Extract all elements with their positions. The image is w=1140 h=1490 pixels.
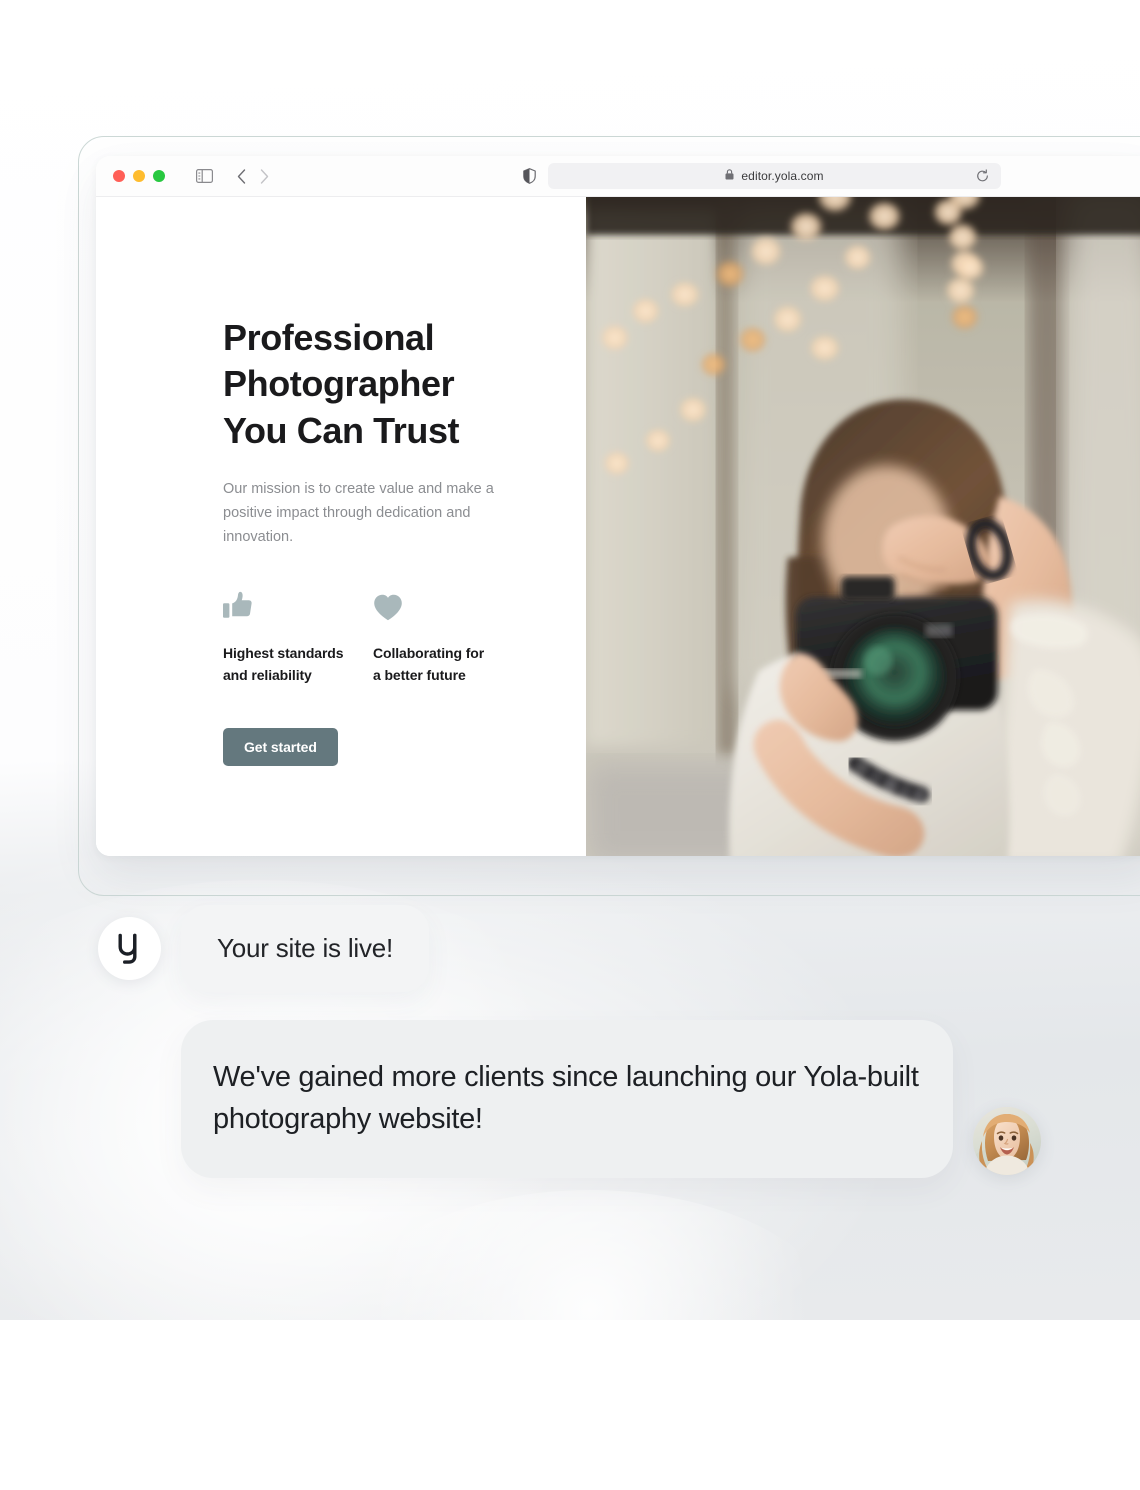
heart-icon	[373, 589, 523, 621]
address-bar-url: editor.yola.com	[741, 169, 824, 183]
background-glow-bottom	[330, 1190, 850, 1490]
feature-item-standards: Highest standards and reliability	[223, 589, 373, 687]
chat-bubble-system: Your site is live!	[181, 905, 430, 992]
hero-text-column: Professional Photographer You Can Trust …	[96, 197, 586, 856]
thumbs-up-icon	[223, 589, 373, 621]
website-preview-canvas: Professional Photographer You Can Trust …	[96, 197, 1140, 856]
navigation-buttons	[237, 168, 269, 184]
testimonial-text: We've gained more clients since launchin…	[213, 1061, 919, 1136]
hero-subtext: Our mission is to create value and make …	[223, 480, 494, 546]
sidebar-toggle-icon[interactable]	[196, 169, 213, 183]
get-started-button[interactable]: Get started	[223, 728, 338, 767]
yola-y-icon	[118, 933, 136, 964]
address-bar[interactable]: editor.yola.com	[548, 163, 1001, 189]
hero-photo	[586, 197, 1140, 856]
chat-message-testimonial: We've gained more clients since launchin…	[181, 1020, 1041, 1179]
feature-label: Collaborating for a better future	[373, 644, 485, 683]
smiling-woman-avatar-icon	[973, 1107, 1041, 1176]
browser-toolbar: editor.yola.com	[96, 156, 1140, 197]
chat-message-text: Your site is live!	[217, 933, 394, 963]
shield-privacy-icon[interactable]	[523, 168, 536, 184]
feature-list: Highest standards and reliability Collab…	[223, 589, 523, 687]
reload-icon[interactable]	[976, 169, 989, 183]
lock-icon	[725, 167, 734, 185]
feature-label: Highest standards and reliability	[223, 644, 344, 683]
chevron-left-icon[interactable]	[237, 168, 246, 184]
traffic-light-buttons	[113, 170, 165, 182]
yola-logo-avatar	[98, 917, 161, 980]
avatar	[973, 1107, 1041, 1176]
chevron-right-icon[interactable]	[260, 168, 269, 184]
minimize-window-button[interactable]	[133, 170, 145, 182]
chat-message-system: Your site is live!	[98, 905, 430, 992]
page-title: Professional Photographer You Can Trust	[223, 317, 460, 451]
maximize-window-button[interactable]	[153, 170, 165, 182]
close-window-button[interactable]	[113, 170, 125, 182]
feature-item-collaborating: Collaborating for a better future	[373, 589, 523, 687]
hero-content: Professional Photographer You Can Trust …	[223, 315, 523, 767]
browser-window: editor.yola.com Professional Photographe…	[96, 156, 1140, 856]
photographer-holding-camera-photo	[586, 197, 1140, 856]
chat-bubble-testimonial: We've gained more clients since launchin…	[181, 1020, 953, 1179]
